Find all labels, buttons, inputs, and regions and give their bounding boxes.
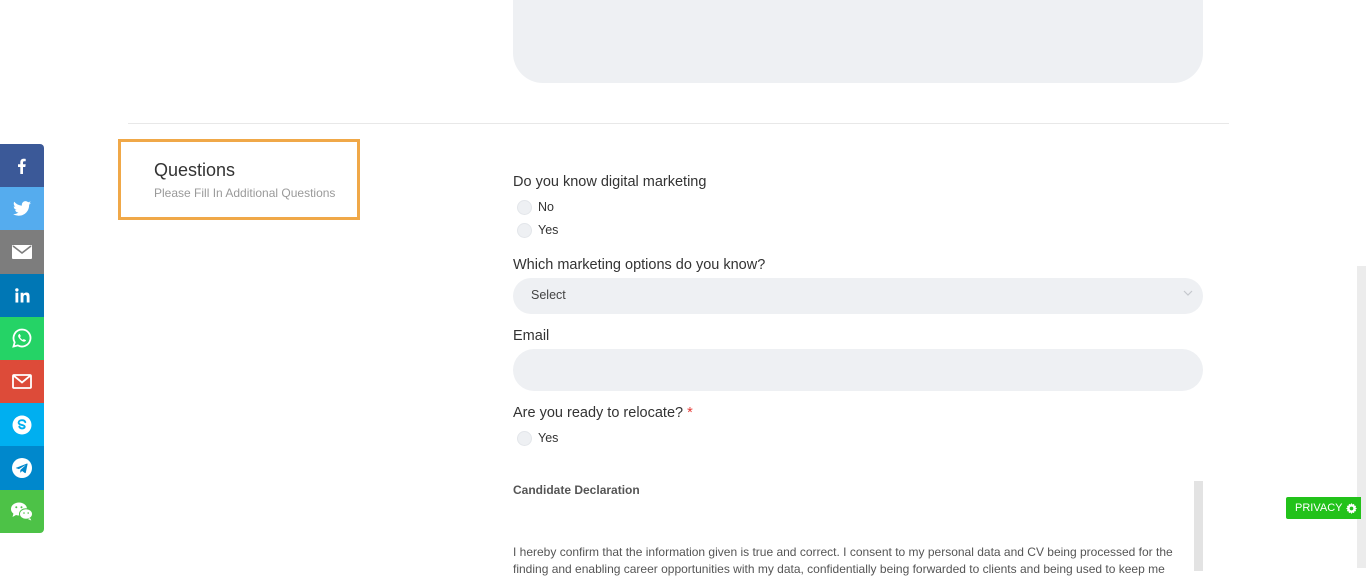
radio-button[interactable] bbox=[517, 199, 532, 215]
share-linkedin-button[interactable] bbox=[0, 273, 44, 317]
wechat-icon bbox=[11, 502, 33, 521]
gmail-icon bbox=[12, 374, 32, 389]
share-email-button[interactable] bbox=[0, 230, 44, 274]
message-textarea[interactable] bbox=[513, 0, 1203, 83]
facebook-icon bbox=[18, 158, 26, 174]
privacy-button[interactable]: PRIVACY bbox=[1286, 497, 1362, 519]
privacy-label: PRIVACY bbox=[1295, 502, 1343, 514]
section-title: Questions bbox=[154, 160, 236, 180]
social-share-bar bbox=[0, 144, 44, 533]
share-wechat-button[interactable] bbox=[0, 489, 44, 533]
radio-label: Yes bbox=[538, 223, 559, 237]
section-subtitle: Please Fill In Additional Questions bbox=[154, 186, 336, 200]
radio-label: Yes bbox=[538, 431, 559, 445]
radio-option-yes[interactable]: Yes bbox=[517, 222, 558, 238]
share-whatsapp-button[interactable] bbox=[0, 316, 44, 360]
questions-section-header: Questions Please Fill In Additional Ques… bbox=[118, 139, 360, 220]
radio-label: No bbox=[538, 200, 554, 214]
share-gmail-button[interactable] bbox=[0, 359, 44, 404]
declaration-scrollbar[interactable] bbox=[1194, 481, 1203, 571]
linkedin-icon bbox=[14, 287, 30, 303]
share-skype-button[interactable] bbox=[0, 403, 44, 447]
share-twitter-button[interactable] bbox=[0, 187, 44, 231]
question-relocate-label: Are you ready to relocate? * bbox=[513, 405, 693, 421]
question-digital-marketing-label: Do you know digital marketing bbox=[513, 174, 707, 190]
radio-button[interactable] bbox=[517, 430, 532, 446]
radio-option-no[interactable]: No bbox=[517, 199, 554, 215]
radio-button[interactable] bbox=[517, 222, 532, 238]
marketing-options-select[interactable]: Select bbox=[513, 278, 1203, 314]
skype-icon bbox=[12, 415, 32, 435]
page-scrollbar[interactable] bbox=[1357, 266, 1366, 568]
telegram-icon bbox=[12, 457, 32, 478]
email-field[interactable] bbox=[513, 349, 1203, 391]
email-icon bbox=[12, 244, 32, 259]
required-mark: * bbox=[687, 405, 693, 421]
section-divider bbox=[128, 123, 1229, 124]
question-relocate-text: Are you ready to relocate? bbox=[513, 405, 684, 421]
radio-option-relocate-yes[interactable]: Yes bbox=[517, 430, 558, 446]
twitter-icon bbox=[13, 201, 31, 216]
gear-icon bbox=[1346, 502, 1358, 514]
select-value: Select bbox=[531, 288, 566, 302]
share-telegram-button[interactable] bbox=[0, 446, 44, 490]
whatsapp-icon bbox=[12, 328, 32, 349]
declaration-text: I hereby confirm that the information gi… bbox=[513, 545, 1173, 576]
share-facebook-button[interactable] bbox=[0, 144, 44, 188]
question-email-label: Email bbox=[513, 328, 550, 344]
question-marketing-options-label: Which marketing options do you know? bbox=[513, 257, 766, 273]
declaration-title: Candidate Declaration bbox=[513, 483, 640, 497]
chevron-down-icon bbox=[1183, 290, 1193, 296]
